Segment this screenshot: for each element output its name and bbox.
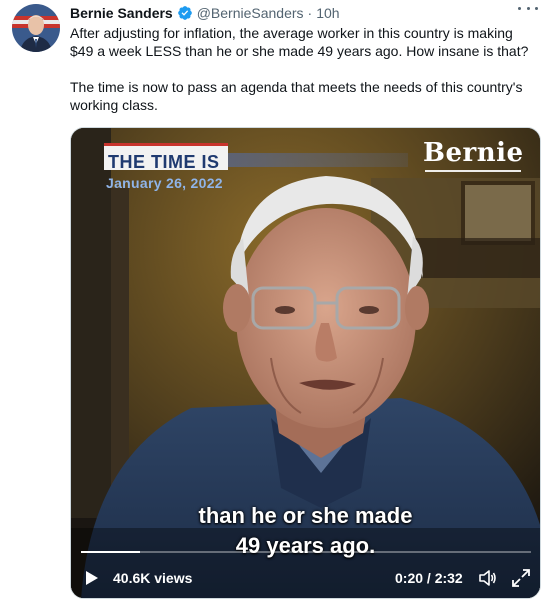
video-player[interactable]: THE TIME IS January 26, 2022 Bernie than…	[70, 127, 541, 599]
video-time: 0:20 / 2:32	[395, 570, 463, 586]
fullscreen-icon[interactable]	[511, 568, 531, 588]
banner-text: THE TIME IS	[108, 152, 220, 170]
video-progress-fill	[81, 551, 140, 553]
tweet[interactable]: Bernie Sanders @BernieSanders · 10h Afte…	[0, 0, 548, 606]
tweet-paragraph: The time is now to pass an agenda that m…	[70, 79, 523, 113]
avatar-image	[12, 4, 60, 52]
separator-dot: ·	[307, 5, 313, 21]
logo-underline	[425, 170, 521, 172]
display-name[interactable]: Bernie Sanders	[70, 4, 173, 22]
video-title-banner: THE TIME IS	[104, 143, 228, 170]
video-date: January 26, 2022	[106, 175, 223, 191]
volume-icon[interactable]	[477, 568, 497, 588]
tweet-paragraph: After adjusting for inflation, the avera…	[70, 25, 529, 59]
verified-badge-icon	[177, 6, 192, 20]
video-controls: 40.6K views 0:20 / 2:32	[71, 564, 540, 592]
bernie-logo: Bernie	[423, 138, 524, 168]
avatar[interactable]	[12, 4, 60, 52]
tweet-text: After adjusting for inflation, the avera…	[70, 24, 532, 114]
video-progress-bar[interactable]	[81, 551, 531, 553]
timestamp[interactable]: 10h	[316, 4, 339, 22]
play-icon[interactable]	[85, 570, 99, 586]
more-options-icon[interactable]	[518, 2, 538, 14]
handle[interactable]: @BernieSanders	[197, 4, 304, 22]
tweet-header: Bernie Sanders @BernieSanders · 10h	[70, 4, 538, 22]
caption-line: 49 years ago.	[235, 533, 376, 558]
banner-blur	[228, 153, 408, 167]
caption-line: than he or she made	[198, 503, 413, 528]
view-count: 40.6K views	[113, 570, 193, 586]
